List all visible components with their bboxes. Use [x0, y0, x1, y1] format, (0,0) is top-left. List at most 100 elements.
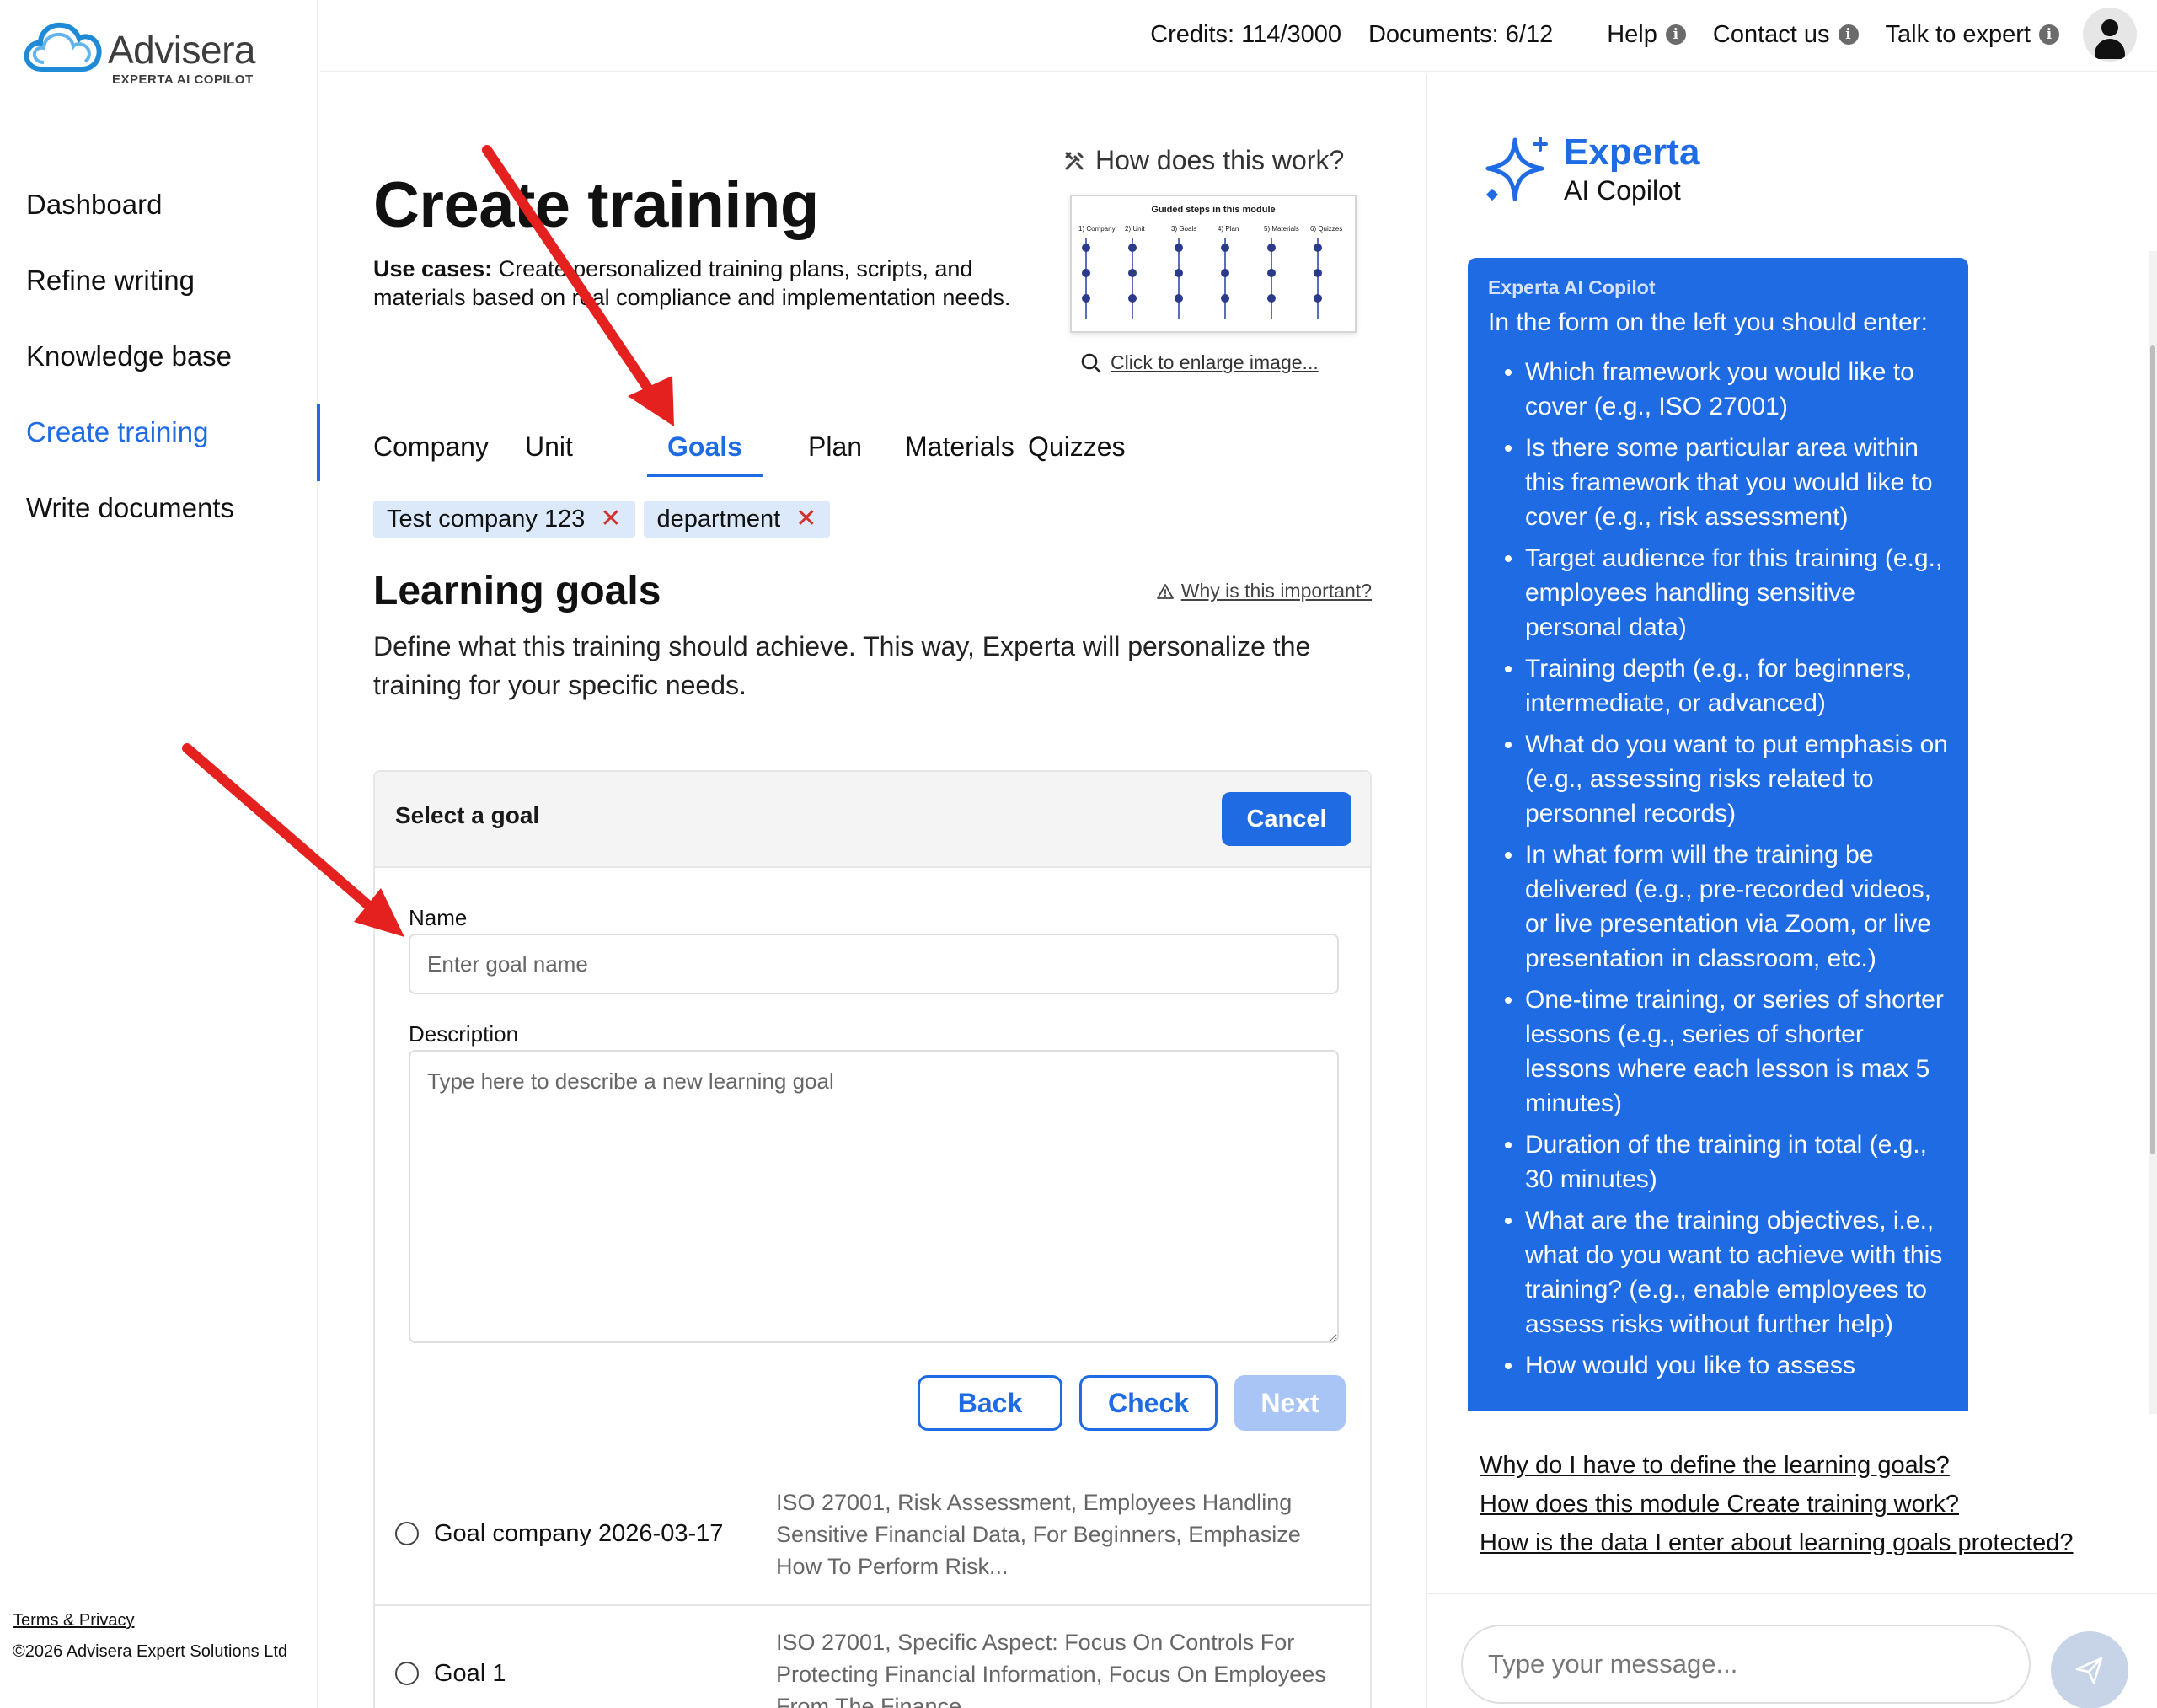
goal-description: ISO 27001, Risk Assessment, Employees Ha…	[776, 1490, 1301, 1579]
copilot-panel: Experta AI Copilot Experta AI Copilot In…	[1426, 74, 2157, 1708]
how-it-works-label: How does this work?	[1095, 145, 1345, 175]
copilot-name: Experta	[1564, 131, 1700, 173]
sidebar-item-knowledge-base[interactable]: Knowledge base	[0, 329, 318, 404]
message-list-item: Target audience for this training (e.g.,…	[1488, 541, 1948, 645]
message-list-item: Which framework you would like to cover …	[1488, 355, 1948, 424]
message-intro: In the form on the left you should enter…	[1488, 308, 1928, 336]
message-list-item: One-time training, or series of shorter …	[1488, 983, 1948, 1121]
section-description: Define what this training should achieve…	[373, 631, 1311, 700]
sidebar-item-refine-writing[interactable]: Refine writing	[0, 253, 318, 329]
sidebar: Advisera EXPERTA AI COPILOT Dashboard Re…	[0, 0, 320, 1708]
message-list-item: Is there some particular area within thi…	[1488, 431, 1948, 534]
tab-materials[interactable]: Materials	[905, 428, 1014, 482]
tab-company[interactable]: Company	[373, 428, 489, 482]
info-icon: i	[1838, 24, 1859, 45]
message-list-item: What do you want to put emphasis on (e.g…	[1488, 727, 1948, 831]
chip-label: department	[656, 505, 781, 533]
guided-steps-thumbnail[interactable]: Guided steps in this module 1) Company 2…	[1070, 195, 1357, 333]
sidebar-footer: Terms & Privacy ©2026 Advisera Expert So…	[13, 1611, 287, 1662]
info-icon: i	[1665, 24, 1686, 45]
tab-unit[interactable]: Unit	[525, 428, 573, 482]
terms-privacy-link[interactable]: Terms & Privacy	[13, 1611, 287, 1630]
main-content: Create training Use cases: Create person…	[320, 74, 1426, 1708]
suggested-questions: Why do I have to define the learning goa…	[1480, 1446, 2074, 1562]
help-label: Help	[1607, 20, 1657, 48]
tools-icon	[1065, 152, 1084, 169]
thumbnail-step: 6) Quizzes	[1310, 225, 1351, 326]
thumbnail-step: 5) Materials	[1264, 225, 1304, 326]
thumbnail-title: Guided steps in this module	[1151, 205, 1276, 215]
goal-list-item[interactable]: Goal 1 ISO 27001, Specific Aspect: Focus…	[375, 1604, 1370, 1708]
page-title: Create training	[373, 169, 819, 241]
talk-label: Talk to expert	[1885, 20, 2031, 48]
use-cases-text: Use cases: Create personalized training …	[373, 254, 1022, 312]
thumbnail-step: 1) Company	[1078, 225, 1119, 326]
chip-label: Test company 123	[387, 505, 586, 533]
contact-label: Contact us	[1712, 20, 1830, 48]
sidebar-nav: Dashboard Refine writing Knowledge base …	[0, 177, 320, 556]
suggested-question-link[interactable]: How is the data I enter about learning g…	[1480, 1523, 2074, 1562]
name-label: Name	[409, 905, 468, 930]
message-list-item: What are the training objectives, i.e., …	[1488, 1203, 1948, 1341]
chat-message-input[interactable]	[1461, 1625, 2031, 1704]
talk-to-expert-link[interactable]: Talk to expert i	[1886, 21, 2059, 49]
sparkle-icon	[1485, 137, 1548, 201]
goal-name: Goal 1	[434, 1660, 506, 1687]
enlarge-image-link[interactable]: Click to enlarge image...	[1080, 351, 1367, 374]
sidebar-item-dashboard[interactable]: Dashboard	[0, 177, 318, 253]
contact-us-link[interactable]: Contact us i	[1713, 21, 1859, 49]
suggested-question-link[interactable]: How does this module Create training wor…	[1480, 1485, 2074, 1523]
section-title: Learning goals	[373, 569, 661, 613]
advisera-logo[interactable]: Advisera EXPERTA AI COPILOT	[24, 15, 276, 91]
chat-scrollbar[interactable]	[2149, 251, 2157, 1414]
goal-name: Goal company 2026-03-17	[434, 1520, 724, 1547]
selected-context-chips: Test company 123 ✕ department ✕	[373, 501, 831, 538]
back-button[interactable]: Back	[918, 1375, 1062, 1431]
tab-goals[interactable]: Goals	[647, 428, 763, 482]
chat-composer	[1427, 1593, 2157, 1708]
enlarge-label: Click to enlarge image...	[1111, 351, 1319, 373]
goal-card-header: Select a goal Cancel	[375, 772, 1370, 868]
sidebar-item-create-training[interactable]: Create training	[0, 404, 320, 481]
chat-scrollbar-thumb[interactable]	[2150, 345, 2155, 1154]
use-cases-label: Use cases:	[373, 256, 493, 281]
message-list-item: How would you like to assess	[1488, 1348, 1948, 1383]
goal-description: ISO 27001, Specific Aspect: Focus On Con…	[776, 1630, 1326, 1708]
brand-name: Advisera	[108, 28, 255, 72]
next-button[interactable]: Next	[1234, 1375, 1346, 1431]
thumbnail-step: 3) Goals	[1171, 225, 1212, 326]
goal-card: Select a goal Cancel Name Description Ba…	[373, 770, 1372, 1708]
sidebar-item-write-documents[interactable]: Write documents	[0, 480, 318, 556]
suggested-question-link[interactable]: Why do I have to define the learning goa…	[1480, 1446, 2074, 1485]
goal-list-item[interactable]: Goal company 2026-03-17 ISO 27001, Risk …	[375, 1468, 1370, 1604]
how-it-works-title[interactable]: How does this work?	[1063, 145, 1367, 176]
description-label: Description	[409, 1021, 519, 1047]
copilot-subtitle: AI Copilot	[1564, 175, 1681, 206]
message-list-item: In what form will the training be delive…	[1488, 838, 1948, 976]
how-it-works-panel: How does this work? Guided steps in this…	[1063, 145, 1367, 374]
cancel-button[interactable]: Cancel	[1222, 792, 1351, 846]
goal-radio[interactable]	[395, 1662, 419, 1685]
goal-radio[interactable]	[395, 1522, 419, 1545]
send-button[interactable]	[2051, 1631, 2128, 1708]
copilot-message: Experta AI Copilot In the form on the le…	[1468, 258, 1968, 1411]
message-list-item: Training depth (e.g., for beginners, int…	[1488, 651, 1948, 720]
message-list-item: Duration of the training in total (e.g.,…	[1488, 1127, 1948, 1197]
credits-counter: Credits: 114/3000	[1150, 20, 1341, 48]
goal-name-input[interactable]	[409, 934, 1339, 994]
warning-icon	[1156, 583, 1174, 599]
goal-description-textarea[interactable]	[409, 1050, 1339, 1343]
chip-unit: department ✕	[643, 501, 831, 538]
user-avatar-icon[interactable]	[2083, 8, 2137, 62]
message-sender: Experta AI Copilot	[1488, 276, 1656, 298]
tab-plan[interactable]: Plan	[808, 428, 862, 482]
brand-subtitle: EXPERTA AI COPILOT	[112, 72, 254, 87]
remove-chip-icon[interactable]: ✕	[795, 506, 816, 532]
copilot-brand: Experta AI Copilot	[1481, 130, 1818, 214]
tab-quizzes[interactable]: Quizzes	[1028, 428, 1126, 482]
help-link[interactable]: Help i	[1607, 21, 1686, 49]
remove-chip-icon[interactable]: ✕	[600, 506, 621, 532]
check-button[interactable]: Check	[1079, 1375, 1218, 1431]
send-icon	[2075, 1657, 2103, 1684]
why-important-link[interactable]: Why is this important?	[1156, 580, 1372, 602]
